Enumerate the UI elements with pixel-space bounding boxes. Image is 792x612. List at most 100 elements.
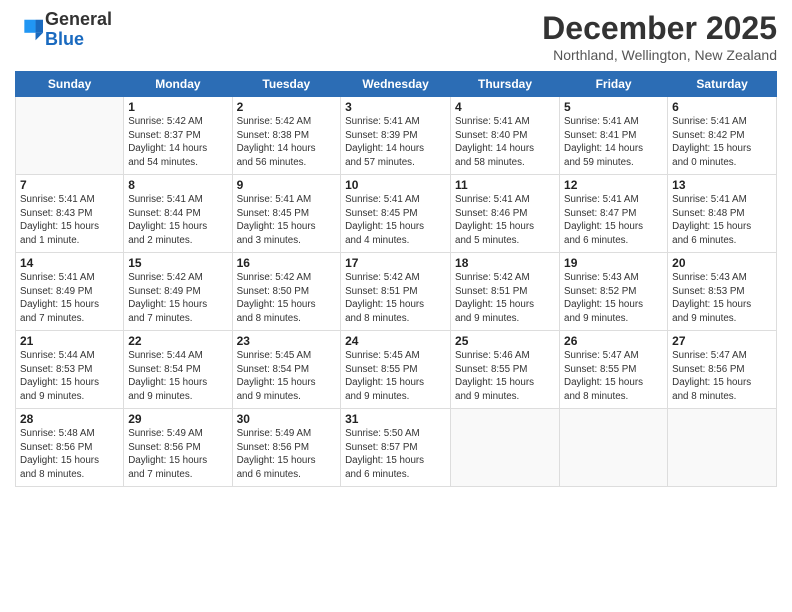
- day-number: 21: [20, 334, 119, 348]
- day-number: 24: [345, 334, 446, 348]
- cell-info: Sunrise: 5:45 AM Sunset: 8:55 PM Dayligh…: [345, 349, 446, 404]
- calendar-cell: 19Sunrise: 5:43 AM Sunset: 8:52 PM Dayli…: [560, 253, 668, 331]
- cell-info: Sunrise: 5:43 AM Sunset: 8:52 PM Dayligh…: [564, 271, 663, 326]
- day-header-thursday: Thursday: [451, 72, 560, 97]
- cell-info: Sunrise: 5:42 AM Sunset: 8:50 PM Dayligh…: [237, 271, 337, 326]
- calendar-subtitle: Northland, Wellington, New Zealand: [542, 47, 777, 63]
- calendar-cell: 22Sunrise: 5:44 AM Sunset: 8:54 PM Dayli…: [124, 331, 232, 409]
- page: General Blue December 2025 Northland, We…: [0, 0, 792, 612]
- calendar-cell: 4Sunrise: 5:41 AM Sunset: 8:40 PM Daylig…: [451, 97, 560, 175]
- calendar-cell: 9Sunrise: 5:41 AM Sunset: 8:45 PM Daylig…: [232, 175, 341, 253]
- day-number: 9: [237, 178, 337, 192]
- day-number: 12: [564, 178, 663, 192]
- calendar-cell: [668, 409, 777, 487]
- day-number: 5: [564, 100, 663, 114]
- logo: General Blue: [15, 10, 112, 50]
- day-header-wednesday: Wednesday: [341, 72, 451, 97]
- cell-info: Sunrise: 5:43 AM Sunset: 8:53 PM Dayligh…: [672, 271, 772, 326]
- calendar-cell: 24Sunrise: 5:45 AM Sunset: 8:55 PM Dayli…: [341, 331, 451, 409]
- day-number: 22: [128, 334, 227, 348]
- calendar-title: December 2025: [542, 10, 777, 47]
- cell-info: Sunrise: 5:41 AM Sunset: 8:47 PM Dayligh…: [564, 193, 663, 248]
- cell-info: Sunrise: 5:41 AM Sunset: 8:46 PM Dayligh…: [455, 193, 555, 248]
- calendar-cell: 28Sunrise: 5:48 AM Sunset: 8:56 PM Dayli…: [16, 409, 124, 487]
- calendar-cell: 18Sunrise: 5:42 AM Sunset: 8:51 PM Dayli…: [451, 253, 560, 331]
- calendar-cell: 29Sunrise: 5:49 AM Sunset: 8:56 PM Dayli…: [124, 409, 232, 487]
- calendar-cell: 17Sunrise: 5:42 AM Sunset: 8:51 PM Dayli…: [341, 253, 451, 331]
- day-header-saturday: Saturday: [668, 72, 777, 97]
- cell-info: Sunrise: 5:44 AM Sunset: 8:53 PM Dayligh…: [20, 349, 119, 404]
- day-number: 31: [345, 412, 446, 426]
- day-number: 16: [237, 256, 337, 270]
- cell-info: Sunrise: 5:41 AM Sunset: 8:44 PM Dayligh…: [128, 193, 227, 248]
- week-row-1: 7Sunrise: 5:41 AM Sunset: 8:43 PM Daylig…: [16, 175, 777, 253]
- cell-info: Sunrise: 5:42 AM Sunset: 8:38 PM Dayligh…: [237, 115, 337, 170]
- day-number: 11: [455, 178, 555, 192]
- cell-info: Sunrise: 5:42 AM Sunset: 8:37 PM Dayligh…: [128, 115, 227, 170]
- week-row-0: 1Sunrise: 5:42 AM Sunset: 8:37 PM Daylig…: [16, 97, 777, 175]
- calendar-cell: 20Sunrise: 5:43 AM Sunset: 8:53 PM Dayli…: [668, 253, 777, 331]
- day-number: 10: [345, 178, 446, 192]
- day-number: 29: [128, 412, 227, 426]
- calendar-cell: 16Sunrise: 5:42 AM Sunset: 8:50 PM Dayli…: [232, 253, 341, 331]
- cell-info: Sunrise: 5:45 AM Sunset: 8:54 PM Dayligh…: [237, 349, 337, 404]
- cell-info: Sunrise: 5:42 AM Sunset: 8:51 PM Dayligh…: [345, 271, 446, 326]
- cell-info: Sunrise: 5:41 AM Sunset: 8:41 PM Dayligh…: [564, 115, 663, 170]
- header-row: SundayMondayTuesdayWednesdayThursdayFrid…: [16, 72, 777, 97]
- cell-info: Sunrise: 5:49 AM Sunset: 8:56 PM Dayligh…: [128, 427, 227, 482]
- week-row-2: 14Sunrise: 5:41 AM Sunset: 8:49 PM Dayli…: [16, 253, 777, 331]
- day-header-friday: Friday: [560, 72, 668, 97]
- cell-info: Sunrise: 5:41 AM Sunset: 8:43 PM Dayligh…: [20, 193, 119, 248]
- week-row-3: 21Sunrise: 5:44 AM Sunset: 8:53 PM Dayli…: [16, 331, 777, 409]
- day-number: 19: [564, 256, 663, 270]
- calendar-cell: [560, 409, 668, 487]
- day-number: 8: [128, 178, 227, 192]
- cell-info: Sunrise: 5:41 AM Sunset: 8:40 PM Dayligh…: [455, 115, 555, 170]
- cell-info: Sunrise: 5:48 AM Sunset: 8:56 PM Dayligh…: [20, 427, 119, 482]
- day-header-sunday: Sunday: [16, 72, 124, 97]
- calendar-cell: 23Sunrise: 5:45 AM Sunset: 8:54 PM Dayli…: [232, 331, 341, 409]
- day-header-monday: Monday: [124, 72, 232, 97]
- day-number: 23: [237, 334, 337, 348]
- cell-info: Sunrise: 5:50 AM Sunset: 8:57 PM Dayligh…: [345, 427, 446, 482]
- cell-info: Sunrise: 5:42 AM Sunset: 8:51 PM Dayligh…: [455, 271, 555, 326]
- calendar-cell: 10Sunrise: 5:41 AM Sunset: 8:45 PM Dayli…: [341, 175, 451, 253]
- day-number: 26: [564, 334, 663, 348]
- logo-general-text: General: [45, 9, 112, 29]
- day-number: 30: [237, 412, 337, 426]
- day-number: 3: [345, 100, 446, 114]
- calendar-cell: 6Sunrise: 5:41 AM Sunset: 8:42 PM Daylig…: [668, 97, 777, 175]
- cell-info: Sunrise: 5:41 AM Sunset: 8:42 PM Dayligh…: [672, 115, 772, 170]
- day-number: 28: [20, 412, 119, 426]
- calendar-cell: 11Sunrise: 5:41 AM Sunset: 8:46 PM Dayli…: [451, 175, 560, 253]
- cell-info: Sunrise: 5:47 AM Sunset: 8:55 PM Dayligh…: [564, 349, 663, 404]
- day-header-tuesday: Tuesday: [232, 72, 341, 97]
- calendar-cell: 12Sunrise: 5:41 AM Sunset: 8:47 PM Dayli…: [560, 175, 668, 253]
- cell-info: Sunrise: 5:41 AM Sunset: 8:48 PM Dayligh…: [672, 193, 772, 248]
- calendar-cell: 3Sunrise: 5:41 AM Sunset: 8:39 PM Daylig…: [341, 97, 451, 175]
- title-block: December 2025 Northland, Wellington, New…: [542, 10, 777, 63]
- calendar-cell: 27Sunrise: 5:47 AM Sunset: 8:56 PM Dayli…: [668, 331, 777, 409]
- calendar-cell: 2Sunrise: 5:42 AM Sunset: 8:38 PM Daylig…: [232, 97, 341, 175]
- cell-info: Sunrise: 5:47 AM Sunset: 8:56 PM Dayligh…: [672, 349, 772, 404]
- cell-info: Sunrise: 5:41 AM Sunset: 8:45 PM Dayligh…: [345, 193, 446, 248]
- calendar-cell: 31Sunrise: 5:50 AM Sunset: 8:57 PM Dayli…: [341, 409, 451, 487]
- day-number: 17: [345, 256, 446, 270]
- day-number: 25: [455, 334, 555, 348]
- calendar-cell: [451, 409, 560, 487]
- calendar-cell: [16, 97, 124, 175]
- day-number: 7: [20, 178, 119, 192]
- day-number: 14: [20, 256, 119, 270]
- calendar-cell: 8Sunrise: 5:41 AM Sunset: 8:44 PM Daylig…: [124, 175, 232, 253]
- cell-info: Sunrise: 5:41 AM Sunset: 8:45 PM Dayligh…: [237, 193, 337, 248]
- cell-info: Sunrise: 5:41 AM Sunset: 8:49 PM Dayligh…: [20, 271, 119, 326]
- header: General Blue December 2025 Northland, We…: [15, 10, 777, 63]
- calendar-cell: 21Sunrise: 5:44 AM Sunset: 8:53 PM Dayli…: [16, 331, 124, 409]
- calendar-cell: 14Sunrise: 5:41 AM Sunset: 8:49 PM Dayli…: [16, 253, 124, 331]
- day-number: 2: [237, 100, 337, 114]
- calendar-cell: 5Sunrise: 5:41 AM Sunset: 8:41 PM Daylig…: [560, 97, 668, 175]
- calendar-cell: 1Sunrise: 5:42 AM Sunset: 8:37 PM Daylig…: [124, 97, 232, 175]
- cell-info: Sunrise: 5:42 AM Sunset: 8:49 PM Dayligh…: [128, 271, 227, 326]
- calendar-cell: 15Sunrise: 5:42 AM Sunset: 8:49 PM Dayli…: [124, 253, 232, 331]
- cell-info: Sunrise: 5:41 AM Sunset: 8:39 PM Dayligh…: [345, 115, 446, 170]
